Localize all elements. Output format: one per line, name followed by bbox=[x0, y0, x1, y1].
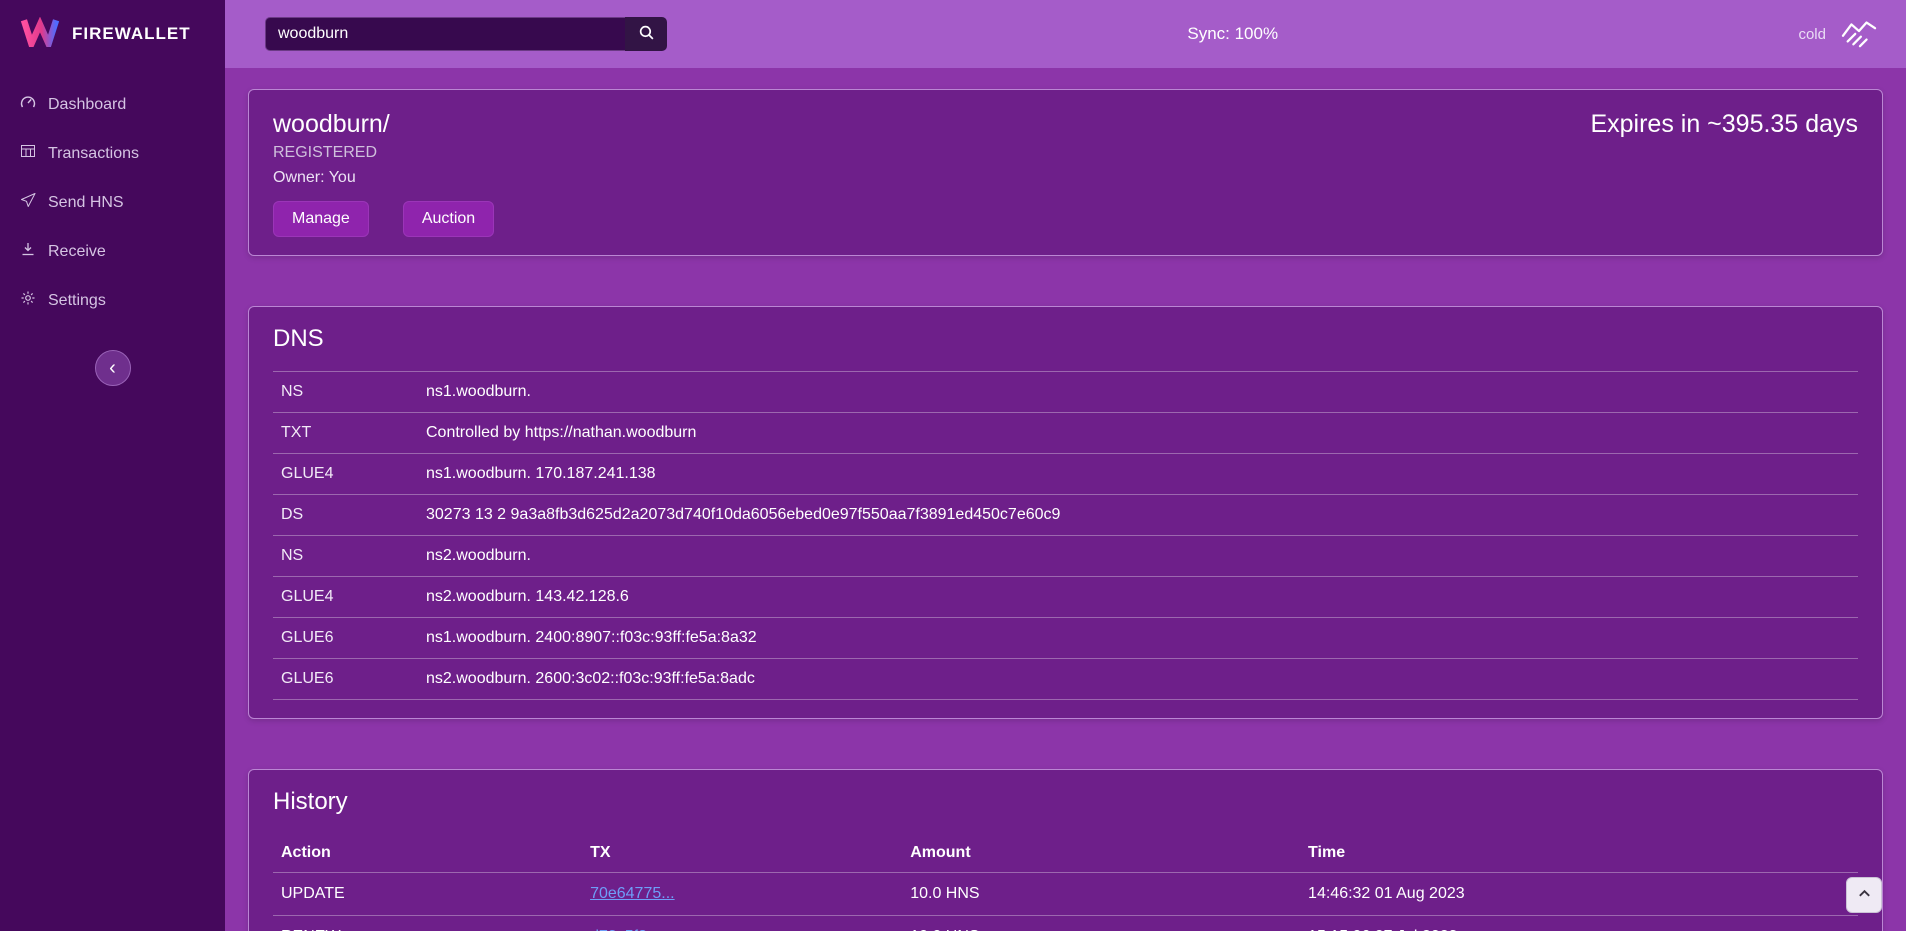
scroll-to-top-button[interactable] bbox=[1846, 877, 1882, 913]
dns-record-row: DS 30273 13 2 9a3a8fb3d625d2a2073d740f10… bbox=[273, 495, 1858, 536]
dns-card: DNS NS ns1.woodburn. TXT Controlled by h… bbox=[248, 306, 1883, 719]
history-column-tx: TX bbox=[582, 834, 902, 873]
history-column-time: Time bbox=[1300, 834, 1858, 873]
history-row: UPDATE 70e64775... 10.0 HNS 14:46:32 01 … bbox=[273, 873, 1858, 916]
dns-record-value: ns1.woodburn. 2400:8907::f03c:93ff:fe5a:… bbox=[418, 618, 1858, 659]
history-time: 15:15:06 07 Jul 2023 bbox=[1300, 916, 1858, 931]
dns-record-row: GLUE4 ns1.woodburn. 170.187.241.138 bbox=[273, 454, 1858, 495]
dns-record-type: GLUE6 bbox=[273, 618, 418, 659]
manage-button[interactable]: Manage bbox=[273, 201, 369, 237]
history-tx-cell: d73c5f8... bbox=[582, 916, 902, 931]
sidebar-item-transactions[interactable]: Transactions bbox=[0, 129, 225, 178]
domain-card-left: woodburn/ REGISTERED Owner: You Manage A… bbox=[273, 108, 494, 237]
sidebar-item-label: Dashboard bbox=[48, 96, 126, 114]
auction-button[interactable]: Auction bbox=[403, 201, 494, 237]
sidebar-item-settings[interactable]: Settings bbox=[0, 276, 225, 325]
history-row: RENEW d73c5f8... 10.0 HNS 15:15:06 07 Ju… bbox=[273, 916, 1858, 931]
tx-link[interactable]: 70e64775... bbox=[590, 885, 675, 902]
content-area: woodburn/ REGISTERED Owner: You Manage A… bbox=[225, 68, 1906, 931]
domain-card: woodburn/ REGISTERED Owner: You Manage A… bbox=[248, 89, 1883, 256]
sidebar-nav: Dashboard Transactions Send HNS Receive bbox=[0, 68, 225, 325]
history-action: RENEW bbox=[273, 916, 582, 931]
history-time: 14:46:32 01 Aug 2023 bbox=[1300, 873, 1858, 916]
sync-status: Sync: 100% bbox=[1187, 24, 1278, 44]
sidebar-collapse-button[interactable]: ‹ bbox=[95, 350, 131, 386]
sidebar-item-dashboard[interactable]: Dashboard bbox=[0, 80, 225, 129]
domain-status: REGISTERED bbox=[273, 144, 494, 162]
gear-icon bbox=[20, 290, 36, 311]
history-tx-cell: 70e64775... bbox=[582, 873, 902, 916]
history-table: Action TX Amount Time UPDATE 70e64775...… bbox=[273, 834, 1858, 931]
table-icon bbox=[20, 143, 36, 164]
dns-record-row: NS ns1.woodburn. bbox=[273, 372, 1858, 413]
history-column-action: Action bbox=[273, 834, 582, 873]
history-header-row: Action TX Amount Time bbox=[273, 834, 1858, 873]
dns-record-type: DS bbox=[273, 495, 418, 536]
handshake-icon[interactable] bbox=[1838, 15, 1880, 54]
dns-record-value: ns1.woodburn. 170.187.241.138 bbox=[418, 454, 1858, 495]
history-amount: 10.0 HNS bbox=[902, 916, 1300, 931]
dns-record-type: TXT bbox=[273, 413, 418, 454]
receive-icon bbox=[20, 241, 36, 262]
domain-buttons: Manage Auction bbox=[273, 201, 494, 237]
sidebar: FIREWALLET Dashboard Transactions Send H… bbox=[0, 0, 225, 931]
dns-card-title: DNS bbox=[273, 325, 1858, 353]
domain-name: woodburn/ bbox=[273, 108, 494, 140]
dns-record-value: Controlled by https://nathan.woodburn bbox=[418, 413, 1858, 454]
dns-record-type: GLUE4 bbox=[273, 577, 418, 618]
wallet-mode-label: cold bbox=[1798, 26, 1826, 43]
search-input[interactable] bbox=[265, 17, 625, 51]
wallet-mode: cold bbox=[1798, 15, 1880, 54]
dns-record-value: ns1.woodburn. bbox=[418, 372, 1858, 413]
search-group bbox=[265, 17, 667, 51]
dns-record-row: TXT Controlled by https://nathan.woodbur… bbox=[273, 413, 1858, 454]
search-icon bbox=[638, 24, 655, 44]
dns-record-row: GLUE6 ns1.woodburn. 2400:8907::f03c:93ff… bbox=[273, 618, 1858, 659]
main-column: Sync: 100% cold woodburn/ REGISTERED Own… bbox=[225, 0, 1906, 931]
sidebar-item-send-hns[interactable]: Send HNS bbox=[0, 178, 225, 227]
dns-record-value: 30273 13 2 9a3a8fb3d625d2a2073d740f10da6… bbox=[418, 495, 1858, 536]
brand-name: FIREWALLET bbox=[72, 24, 191, 44]
domain-owner: Owner: You bbox=[273, 169, 494, 187]
history-card-title: History bbox=[273, 788, 1858, 816]
gauge-icon bbox=[20, 94, 36, 115]
sidebar-item-label: Settings bbox=[48, 292, 106, 310]
dns-record-row: GLUE4 ns2.woodburn. 143.42.128.6 bbox=[273, 577, 1858, 618]
sidebar-item-label: Transactions bbox=[48, 145, 139, 163]
sidebar-item-label: Receive bbox=[48, 243, 106, 261]
brand-logo: FIREWALLET bbox=[0, 0, 225, 68]
history-action: UPDATE bbox=[273, 873, 582, 916]
history-card: History Action TX Amount Time UPDATE bbox=[248, 769, 1883, 931]
dns-record-row: GLUE6 ns2.woodburn. 2600:3c02::f03c:93ff… bbox=[273, 659, 1858, 700]
history-column-amount: Amount bbox=[902, 834, 1300, 873]
dns-record-value: ns2.woodburn. 143.42.128.6 bbox=[418, 577, 1858, 618]
dns-table: NS ns1.woodburn. TXT Controlled by https… bbox=[273, 371, 1858, 700]
dns-record-value: ns2.woodburn. 2600:3c02::f03c:93ff:fe5a:… bbox=[418, 659, 1858, 700]
domain-expiry: Expires in ~395.35 days bbox=[1590, 108, 1858, 140]
send-icon bbox=[20, 192, 36, 213]
app-root: FIREWALLET Dashboard Transactions Send H… bbox=[0, 0, 1906, 931]
sidebar-item-label: Send HNS bbox=[48, 194, 124, 212]
search-button[interactable] bbox=[625, 17, 667, 51]
topbar: Sync: 100% cold bbox=[225, 0, 1906, 68]
chevron-up-icon bbox=[1857, 886, 1872, 904]
dns-record-type: NS bbox=[273, 372, 418, 413]
sidebar-item-receive[interactable]: Receive bbox=[0, 227, 225, 276]
dns-record-type: GLUE4 bbox=[273, 454, 418, 495]
dns-record-row: NS ns2.woodburn. bbox=[273, 536, 1858, 577]
dns-record-type: GLUE6 bbox=[273, 659, 418, 700]
history-amount: 10.0 HNS bbox=[902, 873, 1300, 916]
firewallet-logo-icon bbox=[20, 17, 60, 52]
dns-record-value: ns2.woodburn. bbox=[418, 536, 1858, 577]
dns-record-type: NS bbox=[273, 536, 418, 577]
